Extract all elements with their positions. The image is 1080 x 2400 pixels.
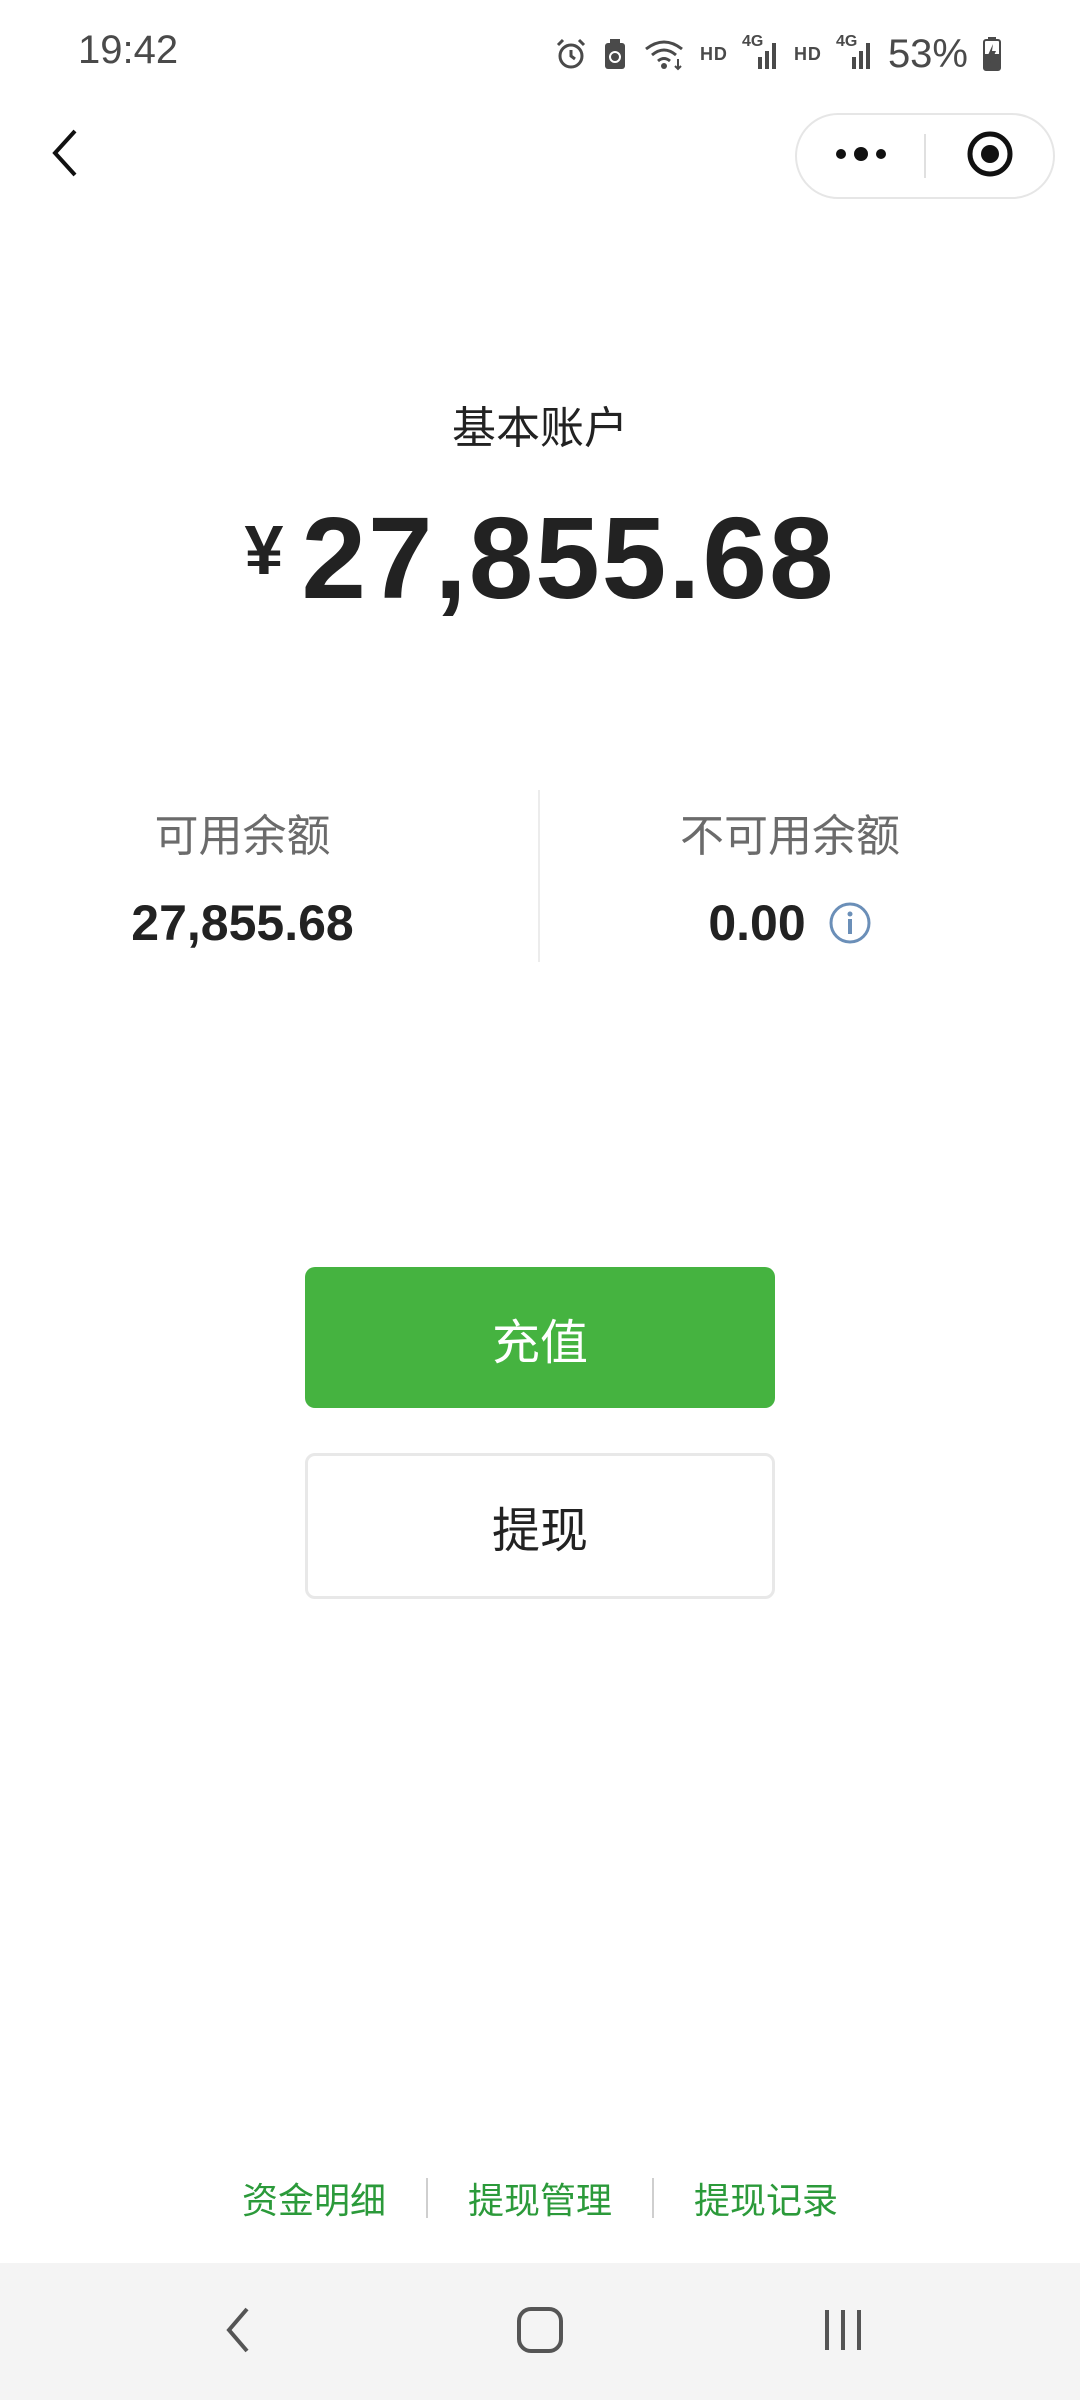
recharge-button[interactable]: 充值 <box>305 1267 775 1408</box>
status-bar: 19:42 HD 4G HD 4G 53% <box>0 0 1080 110</box>
hd-label: HD <box>793 43 822 64</box>
network-label: 4G <box>741 33 764 50</box>
currency-symbol: ¥ <box>244 511 284 589</box>
battery-percent: 53% <box>887 31 968 76</box>
hd-label: HD <box>699 43 728 64</box>
unavailable-label: 不可用余额 <box>680 811 900 862</box>
more-dots-icon <box>833 144 889 168</box>
target-circle-icon <box>965 129 1015 183</box>
battery-charging-icon <box>982 36 1002 72</box>
nav-recents-icon <box>821 2307 865 2357</box>
balance-display: ¥ 27,855.68 <box>0 500 1080 616</box>
account-title: 基本账户 <box>452 403 628 454</box>
footer-links: 资金明细 提现管理 提现记录 <box>0 2170 1080 2226</box>
withdraw-management-link[interactable]: 提现管理 <box>428 2172 652 2224</box>
available-balance: 可用余额 27,855.68 <box>20 800 565 952</box>
unavailable-value-row: 0.00 <box>708 894 871 952</box>
status-icons: HD 4G HD 4G 53% <box>554 24 1002 84</box>
nav-recents-button[interactable] <box>773 2263 913 2400</box>
signal-icon: 4G <box>836 33 874 71</box>
nav-back-button[interactable] <box>168 2263 308 2400</box>
recycle-icon <box>602 37 628 71</box>
system-nav-bar <box>0 2263 1080 2400</box>
unavailable-balance: 不可用余额 0.00 <box>540 800 1080 952</box>
info-icon[interactable] <box>828 901 872 945</box>
alarm-icon <box>554 37 588 71</box>
status-time: 19:42 <box>78 28 179 72</box>
unavailable-value: 0.00 <box>708 895 806 951</box>
back-button[interactable] <box>30 120 100 190</box>
close-miniprogram-button[interactable] <box>926 115 1053 197</box>
withdraw-button[interactable]: 提现 <box>305 1453 775 1599</box>
nav-home-button[interactable] <box>470 2263 610 2400</box>
signal-icon: 4G <box>742 33 780 71</box>
available-label: 可用余额 <box>154 811 331 862</box>
available-value: 27,855.68 <box>131 895 354 951</box>
nav-back-icon <box>223 2305 253 2359</box>
withdraw-records-link[interactable]: 提现记录 <box>654 2172 878 2224</box>
fund-details-link[interactable]: 资金明细 <box>202 2172 426 2224</box>
miniprogram-capsule <box>795 113 1055 199</box>
nav-home-icon <box>515 2305 565 2359</box>
more-button[interactable] <box>797 115 924 197</box>
network-label: 4G <box>835 33 858 50</box>
balance-amount: 27,855.68 <box>301 493 836 623</box>
wifi-icon <box>642 37 686 71</box>
chevron-left-icon <box>45 125 85 185</box>
